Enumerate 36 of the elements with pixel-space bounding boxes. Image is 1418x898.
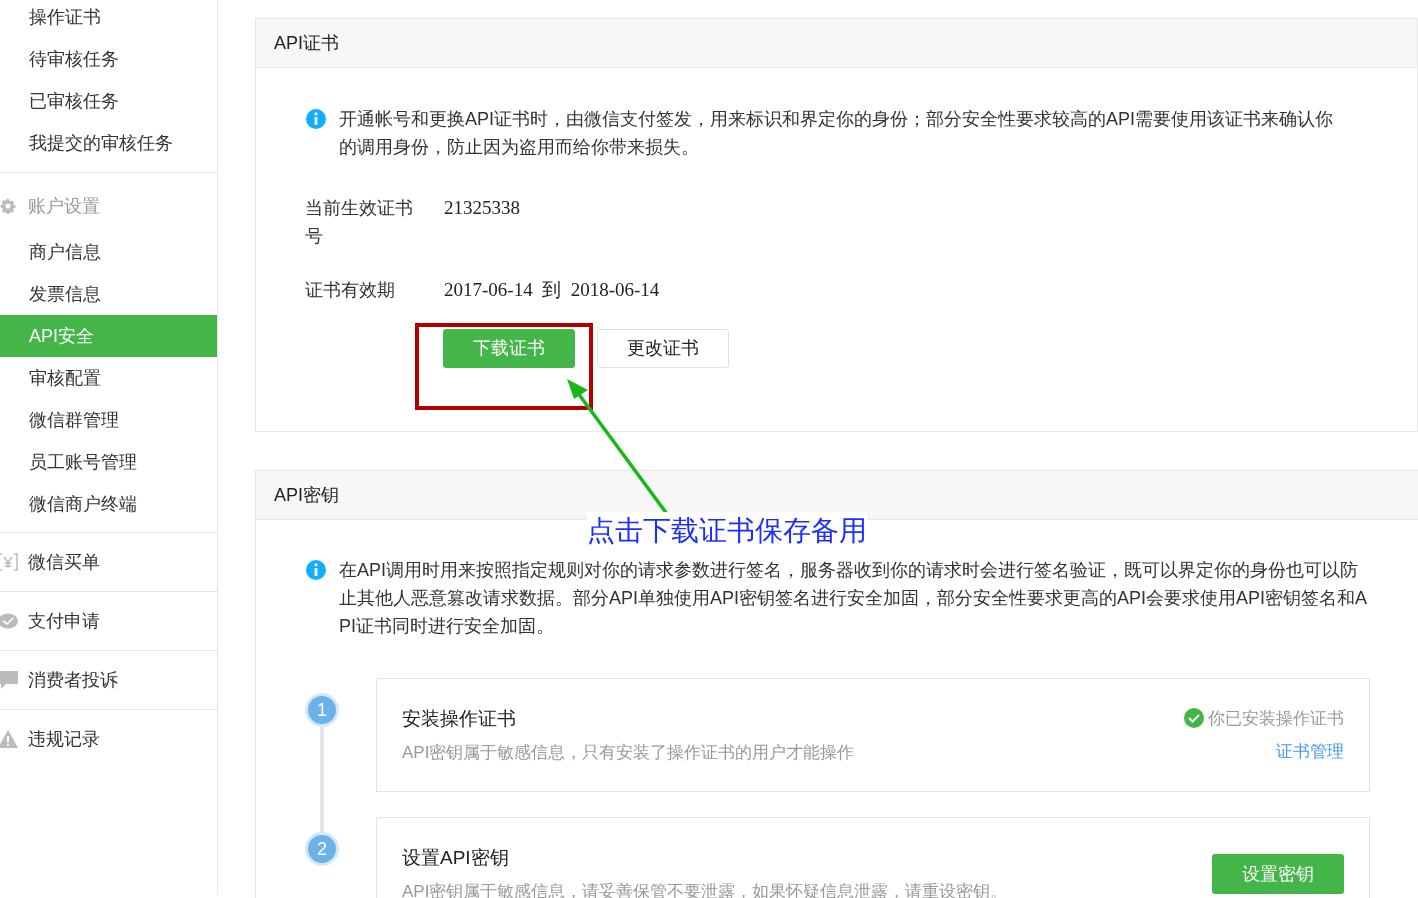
- step-number: 1: [305, 693, 339, 727]
- sidebar-item[interactable]: 已审核任务: [0, 80, 217, 122]
- sidebar-item[interactable]: 微信群管理: [0, 399, 217, 441]
- check-icon: [1184, 708, 1204, 729]
- step-title: 安装操作证书: [402, 707, 517, 731]
- sidebar-link[interactable]: 消费者投诉: [0, 651, 217, 709]
- sidebar-item[interactable]: 发票信息: [0, 273, 217, 315]
- sidebar-item[interactable]: 操作证书: [0, 0, 217, 38]
- info-text: 在API调用时用来按照指定规则对你的请求参数进行签名，服务器收到你的请求时会进行签名验证，既可以界定你的身份也可以防止其他人恶意篡改请求数据。部分API单独使用API密钥签名进行安全加固，部分安全性要求更高的API会要求使用API密钥签名和API证书同时进行安全加固。: [339, 559, 1369, 638]
- sidebar-icon: [0, 553, 20, 571]
- field-label: 当前生效证书号: [305, 197, 414, 248]
- info-icon: [305, 559, 327, 581]
- step-title: 设置API密钥: [402, 846, 510, 870]
- sidebar-item[interactable]: 我提交的审核任务: [0, 122, 217, 164]
- sidebar-link[interactable]: 支付申请: [0, 592, 217, 650]
- step-description: API密钥属于敏感信息，只有安装了操作证书的用户才能操作: [402, 741, 855, 764]
- sidebar-item[interactable]: 微信商户终端: [0, 483, 217, 525]
- sidebar-item[interactable]: 审核配置: [0, 357, 217, 399]
- step-number: 2: [305, 832, 339, 866]
- field-value: 2017-06-14 到 2018-06-14: [444, 278, 660, 302]
- field-label: 证书有效期: [305, 279, 396, 302]
- sidebar-item[interactable]: 员工账号管理: [0, 441, 217, 483]
- sidebar-group-title: 账户设置: [0, 181, 217, 231]
- panel-title: API证书: [256, 19, 1417, 68]
- sidebar-link[interactable]: 微信买单: [0, 533, 217, 591]
- sidebar-item[interactable]: 待审核任务: [0, 38, 217, 80]
- sidebar-item[interactable]: 商户信息: [0, 231, 217, 273]
- change-button[interactable]: 更改证书: [597, 329, 729, 368]
- sidebar-icon: [0, 730, 20, 748]
- info-icon: [305, 108, 327, 130]
- info-text: 开通帐号和更换API证书时，由微信支付签发，用来标识和界定你的身份；部分安全性要求较高的API需要使用该证书来确认你的调用身份，防止因为盗用而给你带来损失。: [339, 108, 1335, 159]
- field-value: 21325338: [444, 196, 520, 220]
- status-text: 你已安装操作证书: [1208, 707, 1344, 730]
- sidebar-icon: [0, 671, 20, 689]
- sidebar-link[interactable]: 违规记录: [0, 710, 217, 768]
- sidebar-icon: [0, 613, 20, 629]
